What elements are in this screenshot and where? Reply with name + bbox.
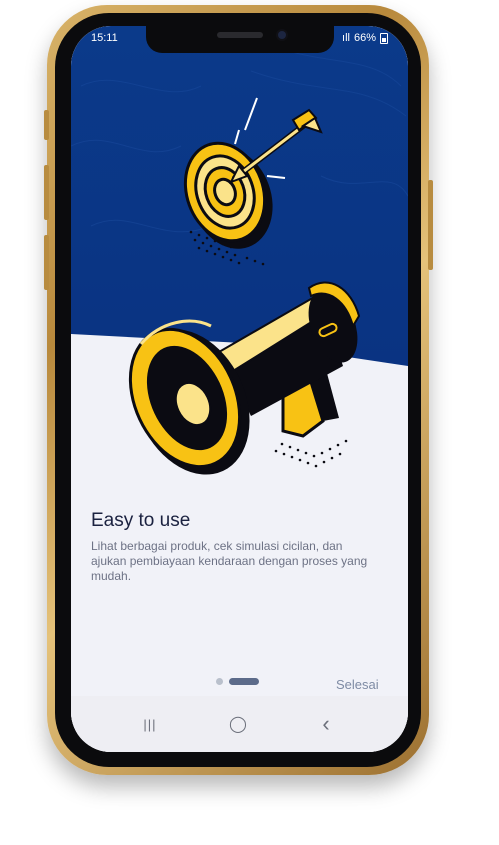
home-icon[interactable]: ◯ bbox=[223, 714, 253, 734]
speaker bbox=[217, 32, 263, 38]
battery-text: 66% bbox=[353, 32, 376, 44]
recents-icon[interactable]: ||| bbox=[135, 714, 165, 734]
status-icons: ıll 66% bbox=[342, 32, 388, 44]
onboarding-title: Easy to use bbox=[91, 510, 191, 531]
megaphone-icon bbox=[128, 281, 361, 475]
page-dot-1[interactable] bbox=[216, 678, 223, 685]
volume-down-button bbox=[44, 235, 49, 290]
volume-button bbox=[44, 110, 49, 140]
signal-icon: ıll bbox=[342, 32, 350, 44]
onboarding-illustration bbox=[128, 97, 361, 475]
volume-up-button bbox=[44, 165, 49, 220]
system-nav-bar: ||| ◯ ‹ bbox=[71, 696, 408, 752]
finish-button[interactable]: Selesai bbox=[336, 677, 379, 692]
status-time: 15:11 bbox=[91, 32, 118, 44]
onboarding-description: Lihat berbagai produk, cek simulasi cici… bbox=[91, 539, 368, 583]
page-dot-2-active[interactable] bbox=[229, 678, 259, 685]
screen: 15:11 ıll 66% Easy to use Lihat berbagai… bbox=[71, 26, 408, 752]
page-indicator bbox=[216, 678, 259, 685]
arrow-icon bbox=[228, 97, 323, 184]
notch bbox=[146, 26, 334, 53]
battery-icon bbox=[380, 32, 388, 44]
front-camera bbox=[278, 31, 286, 39]
back-icon[interactable]: ‹ bbox=[311, 711, 341, 736]
power-button bbox=[428, 180, 433, 270]
